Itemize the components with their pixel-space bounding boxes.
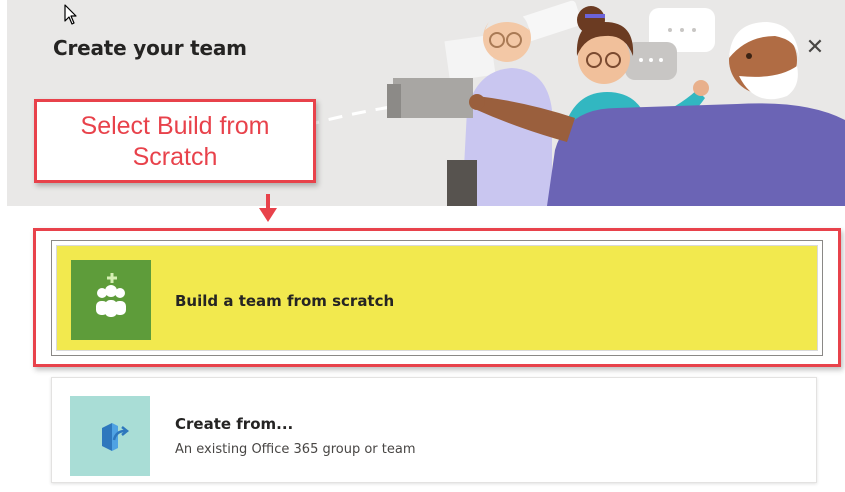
arrow-out-of-box-icon [70, 396, 150, 476]
close-icon[interactable]: ✕ [803, 36, 827, 60]
pointer-arrow-icon [259, 194, 277, 222]
instruction-callout: Select Build from Scratch [34, 99, 316, 183]
dialog-title: Create your team [53, 36, 247, 60]
create-from-option[interactable]: Create from... An existing Office 365 gr… [51, 377, 817, 483]
option-title: Build a team from scratch [175, 292, 395, 310]
callout-line-2: Scratch [132, 143, 218, 171]
build-from-scratch-option[interactable]: Build a team from scratch [51, 240, 823, 356]
option-description: An existing Office 365 group or team [175, 442, 416, 457]
option-title: Create from... [175, 415, 294, 433]
callout-line-1: Select Build from [80, 112, 270, 140]
people-add-icon [71, 260, 151, 340]
mouse-cursor-icon [64, 4, 77, 25]
option-highlight: Build a team from scratch [56, 245, 818, 351]
